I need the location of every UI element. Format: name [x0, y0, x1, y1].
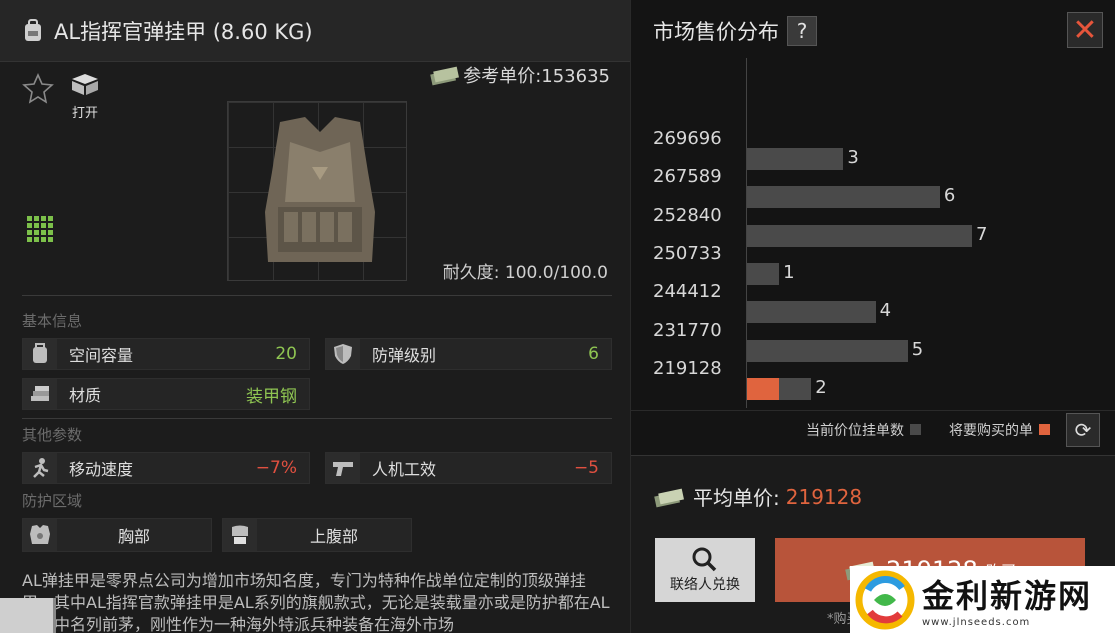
- legend-buy-label: 将要购买的单: [949, 422, 1033, 439]
- box-icon: [72, 74, 98, 95]
- site-name: 金利新游网: [922, 577, 1093, 615]
- durability-text: 耐久度: 100.0/100.0: [442, 263, 608, 283]
- stat-label: 人机工效: [372, 460, 437, 479]
- bar-count-label: 6: [943, 185, 956, 207]
- stat-label: 空间容量: [69, 346, 134, 365]
- count-bar: [747, 224, 972, 247]
- backpack-icon: [25, 18, 41, 41]
- legend-current-swatch: [910, 424, 921, 435]
- zone-chest: 胸部: [22, 518, 212, 552]
- legend-buy-swatch: [1039, 424, 1050, 435]
- chest-armor-icon: [23, 519, 57, 551]
- open-button[interactable]: 打开: [66, 72, 104, 121]
- reference-price-text: 参考单价:153635: [463, 66, 610, 87]
- price-tick-label: 244412: [653, 281, 722, 303]
- armor-vest-image: [265, 117, 375, 262]
- price-tick-label: 231770: [653, 319, 722, 341]
- site-watermark: 金利新游网 www.jlnseeds.com: [850, 566, 1115, 633]
- price-tick-label: 250733: [653, 242, 722, 264]
- bar-count-label: 3: [847, 147, 859, 168]
- stat-material: 材质 装甲钢: [22, 378, 310, 410]
- help-button[interactable]: ?: [787, 16, 817, 46]
- market-header: 市场售价分布 ?: [631, 0, 1115, 62]
- grid-size-icon: [27, 216, 53, 242]
- price-tick-label: 267589: [653, 166, 722, 188]
- steel-plates-icon: [23, 379, 57, 409]
- stat-value: −7%: [255, 458, 297, 478]
- site-url: www.jlnseeds.com: [922, 617, 1031, 628]
- market-title: 市场售价分布: [653, 20, 779, 44]
- stat-value: 6: [588, 344, 599, 364]
- money-icon: [430, 66, 460, 86]
- pistol-icon: [326, 453, 360, 483]
- chart-legend: 当前价位挂单数 将要购买的单 ⟳: [631, 410, 1115, 448]
- zone-upper-abdomen: 上腹部: [222, 518, 412, 552]
- contact-exchange-label: 联络人兑换: [670, 577, 740, 593]
- count-bar: [747, 339, 908, 362]
- average-price-label: 平均单价:: [693, 486, 780, 510]
- other-params-heading: 其他参数: [22, 426, 83, 444]
- item-title: AL指挥官弹挂甲 (8.60 KG): [54, 19, 313, 44]
- market-panel: 市场售价分布 ? ✕ 269696 267589 252840 250733 24441…: [630, 0, 1115, 633]
- zone-label: 胸部: [117, 527, 150, 546]
- shield-icon: [326, 339, 360, 369]
- stat-move-speed: 移动速度 −7%: [22, 452, 310, 484]
- legend-current-label: 当前价位挂单数: [806, 422, 904, 439]
- site-logo: [855, 570, 915, 629]
- abdomen-armor-icon: [223, 519, 257, 551]
- favorite-star-icon[interactable]: [22, 72, 54, 104]
- price-tick-label: 252840: [653, 204, 722, 226]
- count-bar: [747, 186, 940, 209]
- divider: [22, 418, 612, 419]
- contact-exchange-button[interactable]: 联络人兑换: [655, 538, 755, 602]
- bar-count-label: 4: [879, 300, 892, 322]
- stat-value: 20: [275, 344, 297, 364]
- close-button[interactable]: ✕: [1067, 12, 1103, 48]
- corner-thumbnail: [0, 598, 56, 633]
- search-icon: [692, 547, 717, 572]
- item-description: AL弹挂甲是零界点公司为增加市场知名度，专门为特种作战单位定制的顶级弹挂甲。其中…: [22, 571, 610, 633]
- running-icon: [23, 453, 57, 483]
- average-price-value: 219128: [785, 484, 863, 509]
- money-icon: [654, 488, 684, 507]
- average-price: 平均单价: 219128: [653, 482, 862, 511]
- price-tick-label: 269696: [653, 128, 722, 149]
- price-distribution-chart: 269696 267589 252840 250733 244412 231770 2191…: [631, 58, 1115, 408]
- refresh-button[interactable]: ⟳: [1066, 412, 1100, 447]
- count-bar: [747, 262, 780, 285]
- stat-armor-class: 防弹级别 6: [325, 338, 612, 370]
- bar-count-label: 1: [783, 261, 795, 283]
- stat-label: 防弹级别: [372, 346, 437, 365]
- stat-value: −5: [573, 458, 599, 478]
- divider: [22, 295, 612, 296]
- stat-ergonomics: 人机工效 −5: [325, 452, 612, 484]
- price-tick-label: 219128: [653, 357, 722, 379]
- item-header: AL指挥官弹挂甲 (8.60 KG): [0, 0, 630, 62]
- bar-count-label: 5: [911, 338, 924, 360]
- bar-count-label: 7: [976, 223, 988, 245]
- protection-heading: 防护区域: [22, 492, 83, 510]
- open-label: 打开: [71, 106, 98, 121]
- buy-bar: [747, 377, 780, 400]
- basic-info-heading: 基本信息: [22, 312, 83, 330]
- stat-label: 移动速度: [69, 460, 134, 479]
- reference-price: 参考单价:153635: [429, 62, 610, 88]
- count-bar: [747, 301, 876, 324]
- zone-label: 上腹部: [309, 527, 358, 546]
- stat-capacity: 空间容量 20: [22, 338, 310, 370]
- item-detail-panel: AL指挥官弹挂甲 (8.60 KG) 打开 参考单价:153635 耐久度: 1…: [0, 0, 630, 633]
- count-bar: [747, 148, 844, 170]
- bar-count-label: 2: [815, 376, 827, 398]
- stat-label: 材质: [69, 386, 102, 405]
- stat-value: 装甲钢: [246, 386, 297, 407]
- backpack-icon: [23, 339, 57, 369]
